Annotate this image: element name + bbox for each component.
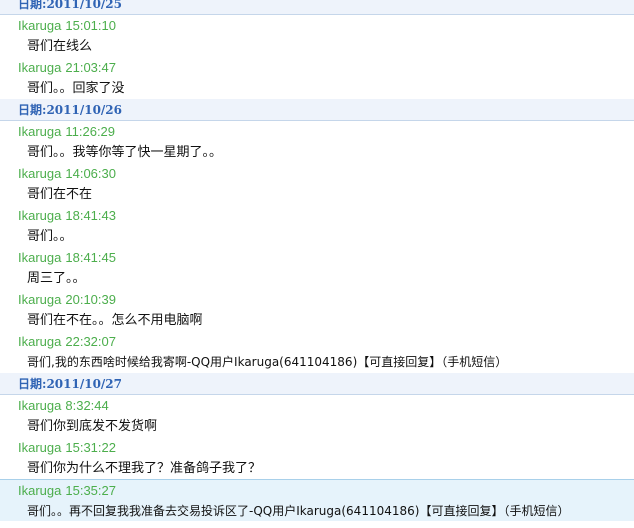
message-meta: Ikaruga 18:41:43 xyxy=(18,205,634,226)
message-sender: Ikaruga xyxy=(18,292,62,307)
date-label: 日期: xyxy=(18,103,47,117)
message-time: 14:06:30 xyxy=(65,166,116,181)
message-time: 11:26:29 xyxy=(65,124,116,139)
message-sender: Ikaruga xyxy=(18,440,62,455)
message-time: 18:41:45 xyxy=(65,250,116,265)
message-item[interactable]: Ikaruga 20:10:39 哥们在不在。。怎么不用电脑啊 xyxy=(0,289,634,331)
message-meta: Ikaruga 15:35:27 xyxy=(18,480,634,501)
message-meta: Ikaruga 11:26:29 xyxy=(18,121,634,142)
message-text: 哥们。。 xyxy=(27,229,73,244)
message-item[interactable]: Ikaruga 22:32:07 哥们,我的东西啥时候给我寄啊-QQ用户Ikaru… xyxy=(0,331,634,373)
message-time: 20:10:39 xyxy=(65,292,116,307)
message-text: 哥们你为什么不理我了？准备鸽子我了？ xyxy=(27,461,262,476)
message-item[interactable]: Ikaruga 8:32:44 哥们你到底发不发货啊 xyxy=(0,395,634,437)
message-time: 8:32:44 xyxy=(65,398,109,413)
date-label: 日期: xyxy=(18,377,47,391)
message-sender: Ikaruga xyxy=(18,124,62,139)
message-sender: Ikaruga xyxy=(18,483,62,498)
message-sender: Ikaruga xyxy=(18,166,62,181)
message-meta: Ikaruga 20:10:39 xyxy=(18,289,634,310)
message-sender: Ikaruga xyxy=(18,208,62,223)
message-text: 哥们在线么 xyxy=(27,39,93,54)
message-time: 15:35:27 xyxy=(65,483,116,498)
message-sender: Ikaruga xyxy=(18,334,62,349)
message-meta: Ikaruga 8:32:44 xyxy=(18,395,634,416)
message-item[interactable]: Ikaruga 11:26:29 哥们。。我等你等了快一星期了。。 xyxy=(0,121,634,163)
message-text: 哥们你到底发不发货啊 xyxy=(27,419,158,434)
date-value: 2011/10/27 xyxy=(46,377,122,391)
message-meta: Ikaruga 18:41:45 xyxy=(18,247,634,268)
message-time: 15:31:22 xyxy=(65,440,116,455)
message-item[interactable]: Ikaruga 21:03:47 哥们。。回家了没 xyxy=(0,57,634,99)
message-item[interactable]: Ikaruga 15:31:22 哥们你为什么不理我了？准备鸽子我了？ xyxy=(0,437,634,479)
message-history-log[interactable]: 日期:2011/10/25 Ikaruga 15:01:10 哥们在线么 Ikar… xyxy=(0,0,634,521)
message-meta: Ikaruga 15:31:22 xyxy=(18,437,634,458)
message-text: 周三了。。 xyxy=(27,271,86,286)
message-meta: Ikaruga 14:06:30 xyxy=(18,163,634,184)
message-text: 哥们。。我等你等了快一星期了。。 xyxy=(27,145,223,160)
message-time: 18:41:43 xyxy=(65,208,116,223)
message-item[interactable]: Ikaruga 18:41:43 哥们。。 xyxy=(0,205,634,247)
message-text: 哥们,我的东西啥时候给我寄啊-QQ用户Ikaruga(641104186)【可直… xyxy=(27,355,508,369)
message-meta: Ikaruga 21:03:47 xyxy=(18,57,634,78)
message-item[interactable]: Ikaruga 15:01:10 哥们在线么 xyxy=(0,15,634,57)
message-time: 15:01:10 xyxy=(65,18,116,33)
message-time: 21:03:47 xyxy=(65,60,116,75)
message-text: 哥们。。回家了没 xyxy=(27,81,125,96)
message-sender: Ikaruga xyxy=(18,60,62,75)
message-text: 哥们在不在 xyxy=(27,187,93,202)
message-meta: Ikaruga 15:01:10 xyxy=(18,15,634,36)
message-sender: Ikaruga xyxy=(18,18,62,33)
message-meta: Ikaruga 22:32:07 xyxy=(18,331,634,352)
message-item-selected[interactable]: Ikaruga 15:35:27 哥们。。再不回复我我准备去交易投诉区了-QQ用户… xyxy=(0,479,634,521)
message-text: 哥们在不在。。怎么不用电脑啊 xyxy=(27,313,203,328)
date-value: 2011/10/25 xyxy=(46,0,122,11)
message-text: 哥们。。再不回复我我准备去交易投诉区了-QQ用户Ikaruga(64110418… xyxy=(27,504,570,518)
message-sender: Ikaruga xyxy=(18,250,62,265)
date-header: 日期:2011/10/26 xyxy=(0,99,634,121)
message-item[interactable]: Ikaruga 18:41:45 周三了。。 xyxy=(0,247,634,289)
message-time: 22:32:07 xyxy=(65,334,116,349)
message-item[interactable]: Ikaruga 14:06:30 哥们在不在 xyxy=(0,163,634,205)
message-sender: Ikaruga xyxy=(18,398,62,413)
date-header: 日期:2011/10/25 xyxy=(0,0,634,15)
date-label: 日期: xyxy=(18,0,47,11)
date-value: 2011/10/26 xyxy=(46,103,122,117)
date-header: 日期:2011/10/27 xyxy=(0,373,634,395)
